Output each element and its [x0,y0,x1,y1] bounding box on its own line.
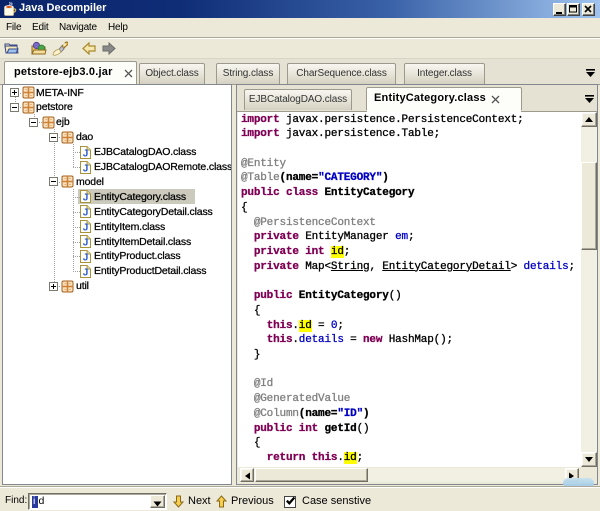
svg-text:J: J [83,163,89,174]
svg-text:J: J [83,148,89,159]
svg-text:J: J [83,267,89,278]
svg-text:J: J [83,223,89,234]
svg-text:J: J [83,208,89,219]
svg-text:J: J [83,252,89,263]
svg-text:J: J [83,238,89,249]
svg-text:J: J [83,193,89,204]
